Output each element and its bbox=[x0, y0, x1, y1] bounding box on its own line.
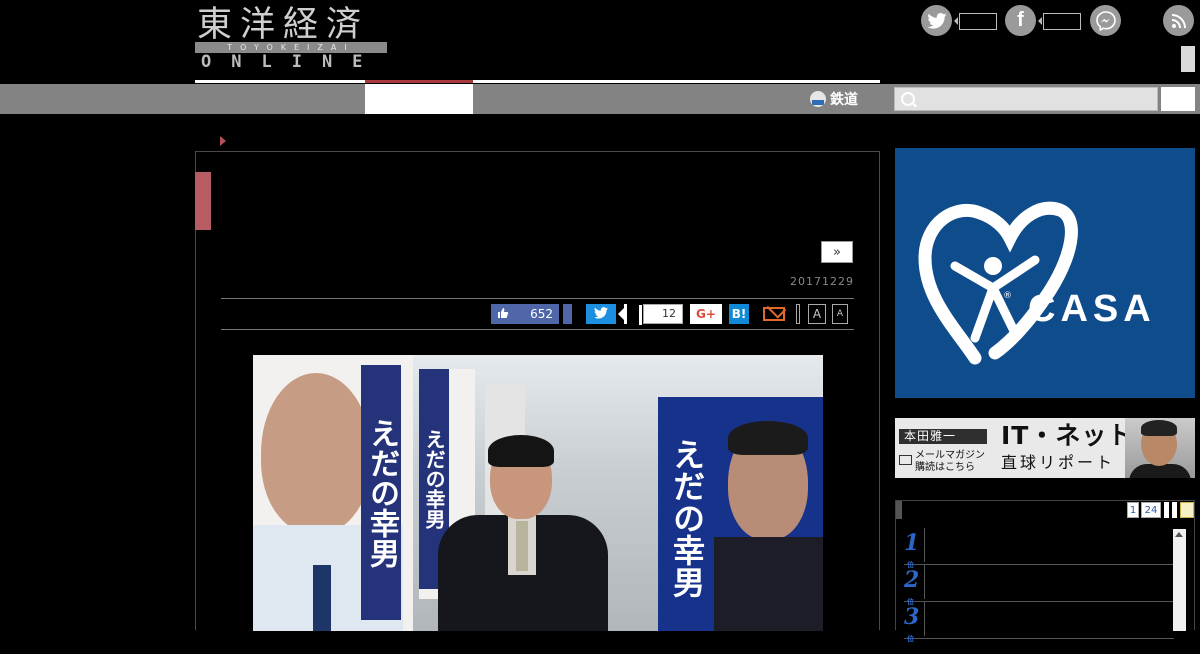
nav-top-rule bbox=[195, 80, 880, 83]
banner-author-hair bbox=[1141, 420, 1177, 436]
twitter-count bbox=[954, 13, 997, 30]
poster-right-suit bbox=[714, 537, 823, 631]
sidebar-ad-casa[interactable]: ® CASA bbox=[895, 148, 1195, 398]
article-date: 20171229 bbox=[790, 275, 854, 288]
hatena-bookmark-button[interactable]: B! bbox=[729, 304, 749, 324]
font-size-small-button[interactable]: A bbox=[832, 304, 848, 324]
tweet-button[interactable] bbox=[586, 304, 616, 324]
facebook-count bbox=[1038, 13, 1081, 30]
article-photo: えだの幸男 えだの幸男 えだの幸男 bbox=[253, 355, 823, 631]
subject-tie bbox=[516, 521, 528, 571]
banner-author-body bbox=[1129, 464, 1191, 478]
thumbs-up-icon bbox=[497, 307, 509, 319]
poster-left: えだの幸男 bbox=[253, 355, 413, 631]
ranking-divider bbox=[924, 602, 925, 636]
google-plus-button[interactable]: G+ bbox=[690, 304, 722, 324]
casa-logo-icon bbox=[918, 201, 1078, 365]
ranking-box: 1 24 1 2 3 bbox=[895, 500, 1195, 654]
hatena-count: 12 bbox=[639, 304, 683, 325]
banner-mail-line2: 購読はこちら bbox=[915, 462, 975, 473]
train-icon bbox=[810, 91, 826, 107]
ranking-tab-monthly[interactable] bbox=[1172, 502, 1177, 518]
twitter-bird-icon bbox=[594, 307, 608, 323]
mail-share-button[interactable] bbox=[763, 304, 789, 324]
poster-right: えだの幸男 bbox=[658, 397, 823, 631]
messenger-icon[interactable] bbox=[1090, 5, 1121, 36]
logo-online: ONLINE bbox=[201, 52, 383, 72]
share-bottom-rule bbox=[221, 329, 854, 330]
mail-icon bbox=[899, 455, 912, 465]
nav-item-railway-label: 鉄道 bbox=[830, 92, 858, 108]
banner-subtitle: 直球リポート bbox=[1001, 453, 1116, 472]
rss-icon[interactable] bbox=[1163, 5, 1194, 36]
font-size-large-button[interactable]: A bbox=[808, 304, 826, 324]
poster-left-text: えだの幸男 bbox=[361, 365, 401, 620]
ad-brand-text: CASA bbox=[1028, 288, 1156, 330]
ranking-tab-weekly[interactable] bbox=[1164, 502, 1169, 518]
ranking-tab-1h[interactable]: 1 bbox=[1127, 502, 1139, 518]
facebook-share-button[interactable] bbox=[563, 304, 572, 324]
nav-item-railway[interactable]: 鉄道 bbox=[810, 88, 858, 110]
tweet-count bbox=[616, 304, 632, 324]
twitter-icon[interactable] bbox=[921, 5, 952, 36]
ranking-item[interactable]: 1 bbox=[904, 528, 1174, 580]
ranking-tab-other[interactable] bbox=[1180, 502, 1194, 518]
font-size-divider bbox=[796, 304, 800, 324]
photo-subject bbox=[438, 435, 608, 631]
search-box bbox=[894, 87, 1158, 111]
banner-mail-line1: メールマガジン bbox=[915, 450, 985, 461]
subject-hair bbox=[488, 435, 554, 467]
site-logo[interactable]: 東洋経済 TOYOKEIZAI ONLINE bbox=[195, 6, 388, 72]
ranking-number: 2 bbox=[904, 565, 922, 617]
ranking-divider bbox=[924, 565, 925, 599]
banner-author-photo bbox=[1125, 418, 1195, 478]
ranking-header-bar bbox=[896, 501, 902, 519]
poster-right-text: えだの幸男 bbox=[668, 438, 706, 598]
poster-tie bbox=[313, 565, 331, 631]
nav-active-indicator bbox=[365, 80, 473, 83]
search-button[interactable] bbox=[1161, 87, 1195, 111]
banner-mail-text: メールマガジン 購読はこちら bbox=[915, 450, 985, 474]
next-page-button[interactable]: » bbox=[821, 241, 853, 263]
scroll-up-icon[interactable] bbox=[1175, 532, 1183, 537]
facebook-like-button[interactable]: 652 bbox=[491, 304, 559, 324]
column-banner[interactable]: 本田雅一 メールマガジン 購読はこちら IT・ネット 直球リポート bbox=[895, 418, 1195, 478]
search-input[interactable] bbox=[919, 90, 1153, 110]
ranking-scrollbar[interactable] bbox=[1173, 529, 1186, 631]
header-side-tab[interactable] bbox=[1181, 46, 1195, 72]
breadcrumb-arrow-icon bbox=[220, 136, 226, 146]
nav-item-active[interactable] bbox=[365, 84, 473, 114]
article: » 20171229 652 12 G+ B! A A えだの幸男 えだの幸男 bbox=[195, 151, 880, 631]
ranking-divider bbox=[924, 528, 925, 562]
title-accent-bar bbox=[195, 172, 211, 230]
ad-registered-mark: ® bbox=[1003, 291, 1012, 301]
facebook-like-count: 652 bbox=[530, 307, 553, 321]
ranking-tab-24h[interactable]: 24 bbox=[1141, 502, 1161, 518]
banner-author: 本田雅一 bbox=[899, 429, 987, 444]
ranking-number: 3 bbox=[904, 602, 922, 654]
search-icon bbox=[901, 92, 915, 106]
poster-face bbox=[261, 373, 371, 533]
ranking-item[interactable]: 2 bbox=[904, 565, 1174, 617]
banner-title: IT・ネット bbox=[1001, 421, 1134, 450]
ranking-item[interactable]: 3 bbox=[904, 602, 1174, 654]
ranking-number: 1 bbox=[904, 528, 922, 580]
facebook-icon[interactable]: f bbox=[1005, 5, 1036, 36]
poster-right-hair bbox=[728, 421, 808, 455]
mail-icon bbox=[763, 307, 785, 321]
share-top-rule bbox=[221, 298, 854, 299]
logo-kanji: 東洋経済 bbox=[197, 5, 370, 45]
